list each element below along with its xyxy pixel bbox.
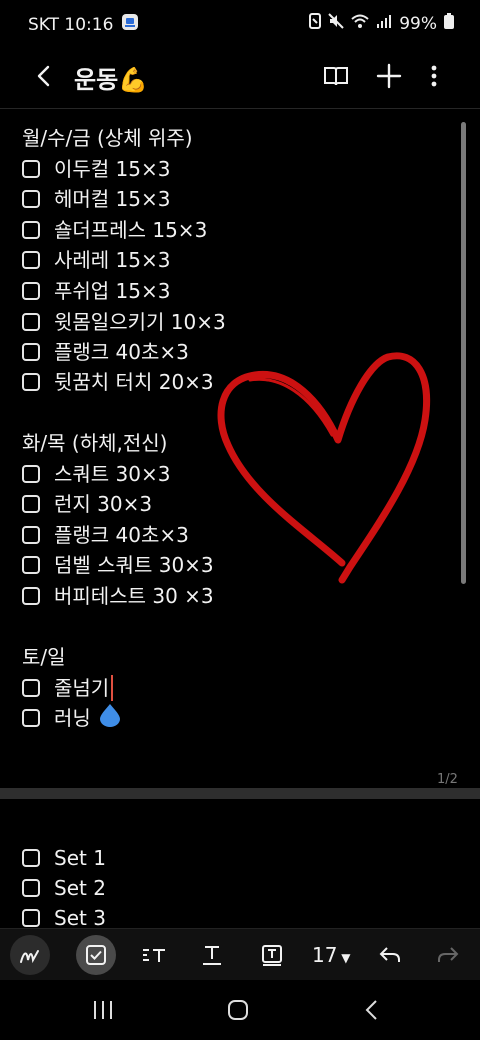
checklist-item: 플랭크 40초×3 [22, 338, 189, 366]
gallery-app-icon [121, 13, 139, 36]
checklist-item: 뒷꿈치 터치 20×3 [22, 368, 214, 396]
checkbox-icon[interactable] [76, 935, 116, 975]
cursor-handle-icon[interactable] [99, 703, 121, 734]
signal-icon [376, 14, 392, 34]
back-icon[interactable] [30, 62, 58, 90]
section-heading-tue-thu: 화/목 (하체,전신) [22, 431, 168, 455]
app-bar: 운동💪 [0, 50, 480, 102]
checklist-item: 사레레 15×3 [22, 246, 171, 274]
book-icon[interactable] [322, 62, 350, 90]
battery-percent: 99% [399, 13, 437, 34]
note-title[interactable]: 운동💪 [74, 60, 148, 95]
checklist-item: 헤머컬 15×3 [22, 185, 171, 213]
checkbox[interactable] [22, 495, 40, 513]
text-cursor [111, 675, 114, 701]
checkbox[interactable] [22, 313, 40, 331]
home-icon[interactable] [227, 999, 249, 1025]
section-heading-weekend: 토/일 [22, 645, 66, 669]
status-time: SKT 10:16 [28, 14, 114, 35]
checklist-item: 이두컬 15×3 [22, 155, 171, 183]
checkbox[interactable] [22, 160, 40, 178]
section-heading-mon-wed-fri: 월/수/금 (상체 위주) [22, 126, 193, 150]
dropdown-arrow-icon: ▼ [337, 951, 351, 965]
text-box-icon[interactable] [252, 935, 292, 975]
heart-drawing[interactable] [210, 345, 440, 590]
checkbox[interactable] [22, 282, 40, 300]
underline-text-icon[interactable] [192, 935, 232, 975]
checklist-item: Set 2 [22, 874, 106, 902]
page-separator [0, 788, 480, 799]
checkbox[interactable] [22, 679, 40, 697]
checkbox[interactable] [22, 909, 40, 927]
checklist-item: 윗몸일으키기 10×3 [22, 308, 226, 336]
checkbox[interactable] [22, 849, 40, 867]
page-indicator: 1/2 [437, 772, 458, 787]
checklist-item: 러닝 [22, 703, 121, 734]
system-nav-bar [0, 980, 480, 1040]
checklist-item: 버피테스트 30 ×3 [22, 582, 214, 610]
checklist-item: 푸쉬업 15×3 [22, 277, 171, 305]
status-bar: SKT 10:16 99% [0, 0, 480, 48]
nfc-icon [309, 13, 322, 34]
checklist-item: 플랭크 40초×3 [22, 521, 189, 549]
plus-icon[interactable] [375, 62, 403, 90]
back-nav-icon[interactable] [364, 999, 380, 1025]
checkbox[interactable] [22, 526, 40, 544]
checklist-item: 덤벨 스쿼트 30×3 [22, 551, 214, 579]
checklist-item: Set 1 [22, 844, 106, 872]
checkbox[interactable] [22, 373, 40, 391]
undo-icon[interactable] [370, 935, 410, 975]
checkbox[interactable] [22, 709, 40, 727]
checkbox[interactable] [22, 587, 40, 605]
pen-icon[interactable] [10, 935, 50, 975]
text-style-icon[interactable] [134, 935, 174, 975]
checkbox[interactable] [22, 556, 40, 574]
checkbox[interactable] [22, 190, 40, 208]
app-bar-divider [0, 108, 480, 109]
checklist-item: 숄더프레스 15×3 [22, 216, 207, 244]
wifi-icon [351, 14, 369, 34]
checklist-item: 줄넘기 [22, 674, 114, 702]
battery-icon [444, 13, 454, 34]
checkbox[interactable] [22, 879, 40, 897]
more-icon[interactable] [420, 62, 448, 90]
checkbox[interactable] [22, 221, 40, 239]
format-toolbar: 17 ▼ [0, 928, 480, 981]
font-size-select[interactable]: 17 ▼ [312, 943, 351, 967]
checkbox[interactable] [22, 465, 40, 483]
checkbox[interactable] [22, 251, 40, 269]
checklist-item: 런지 30×3 [22, 490, 152, 518]
scrollbar[interactable] [461, 122, 466, 584]
checkbox[interactable] [22, 343, 40, 361]
redo-icon[interactable] [428, 935, 468, 975]
recents-icon[interactable] [92, 1000, 114, 1024]
mute-icon [328, 13, 344, 34]
checklist-item: 스쿼트 30×3 [22, 460, 171, 488]
